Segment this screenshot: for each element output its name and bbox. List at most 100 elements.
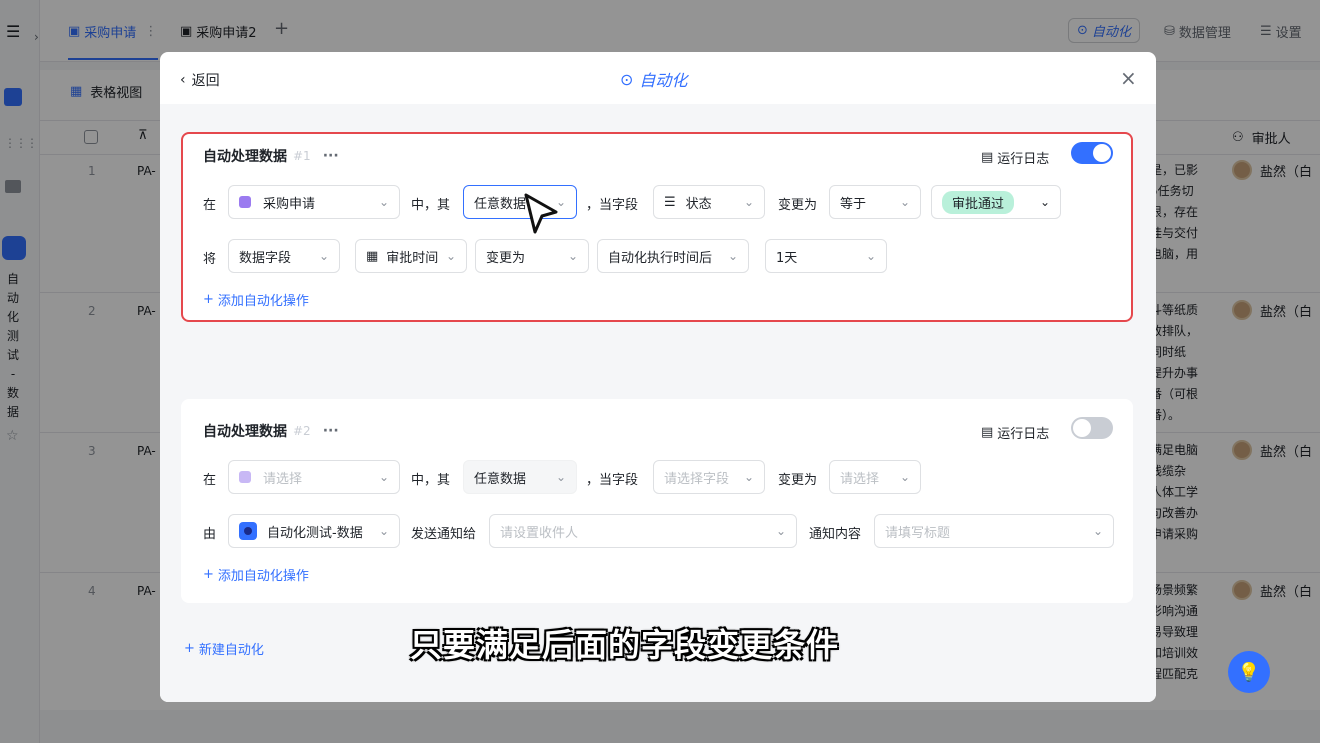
status-tag: 审批通过 xyxy=(942,190,1015,214)
by-label: 由 xyxy=(203,527,217,542)
modal-title-text: 自动化 xyxy=(639,71,688,90)
more-options-button[interactable]: ··· xyxy=(323,148,339,164)
close-button[interactable]: × xyxy=(1120,66,1137,90)
calendar-icon: ▦ xyxy=(366,248,379,264)
list-icon: ☰ xyxy=(664,194,676,210)
automation-card-2: 自动处理数据 #2 ··· ▤ 运行日志 在 请选择 ⌄ 中，其 任意数据 ⌄ ，当字… xyxy=(181,399,1133,603)
chevron-down-icon: ⌄ xyxy=(378,470,389,484)
content-label: 通知内容 xyxy=(809,527,862,542)
when-label: ，当字段 xyxy=(586,198,639,213)
value-select[interactable]: 审批通过 ⌄ xyxy=(931,185,1061,219)
recipient-select[interactable]: 请设置收件人 ⌄ xyxy=(489,514,797,548)
automation-modal: ‹ 返回 ⊙ 自动化 × 自动处理数据 #1 ··· ▤ 运行日志 在 采购申请 ⌄ xyxy=(160,52,1156,702)
date-field-value: 审批时间 xyxy=(386,250,439,266)
chevron-down-icon: ⌄ xyxy=(555,470,566,484)
value-select[interactable]: 请选择 ⌄ xyxy=(829,460,921,494)
mouse-cursor-icon xyxy=(524,193,558,234)
timing-select[interactable]: 自动化执行时间后 ⌄ xyxy=(597,239,749,273)
chevron-down-icon: ⌄ xyxy=(743,470,754,484)
chevron-down-icon: ⌄ xyxy=(378,524,389,538)
value-placeholder: 请选择 xyxy=(840,471,880,487)
video-subtitle: 只要满足后面的字段变更条件 xyxy=(410,626,840,664)
card-title: 自动处理数据 #2 ··· xyxy=(203,421,339,441)
field-select[interactable]: ☰ 状态 ⌄ xyxy=(653,185,765,219)
action-select[interactable]: 变更为 ⌄ xyxy=(475,239,589,273)
chevron-down-icon: ⌄ xyxy=(775,524,786,538)
run-log-button[interactable]: ▤ 运行日志 xyxy=(981,148,1049,167)
action-value: 变更为 xyxy=(486,250,526,266)
chevron-down-icon: ⌄ xyxy=(567,249,578,263)
table-select[interactable]: 请选择 ⌄ xyxy=(228,460,400,494)
when-label: ，当字段 xyxy=(586,473,639,488)
enable-toggle[interactable] xyxy=(1071,142,1113,164)
chevron-down-icon: ⌄ xyxy=(318,249,329,263)
add-action-label: 添加自动化操作 xyxy=(217,294,309,309)
notify-label: 发送通知给 xyxy=(411,527,477,542)
source-select[interactable]: 自动化测试-数据 ⌄ xyxy=(228,514,400,548)
chevron-left-icon: ‹ xyxy=(180,72,186,88)
field-value: 状态 xyxy=(685,196,712,212)
in-label: 在 xyxy=(203,198,217,213)
card-title-text: 自动处理数据 xyxy=(203,149,287,165)
target-select[interactable]: 数据字段 ⌄ xyxy=(228,239,340,273)
date-field-select[interactable]: ▦ 审批时间 ⌄ xyxy=(355,239,467,273)
chevron-down-icon: ⌄ xyxy=(865,249,876,263)
table-select[interactable]: 采购申请 ⌄ xyxy=(228,185,400,219)
chevron-down-icon: ⌄ xyxy=(378,195,389,209)
toggle-knob xyxy=(1073,419,1091,437)
app-logo-icon xyxy=(239,522,257,540)
table-icon xyxy=(239,471,251,483)
new-automation-label: 新建自动化 xyxy=(198,643,264,658)
card-title: 自动处理数据 #1 ··· xyxy=(203,146,339,166)
source-value: 自动化测试-数据 xyxy=(267,525,363,541)
timing-value: 自动化执行时间后 xyxy=(608,250,713,266)
plus-icon: + xyxy=(203,567,214,582)
add-action-button[interactable]: + 添加自动化操作 xyxy=(203,565,309,584)
chevron-down-icon: ⌄ xyxy=(727,249,738,263)
enable-toggle[interactable] xyxy=(1071,417,1113,439)
more-options-button[interactable]: ··· xyxy=(323,423,339,439)
recipient-placeholder: 请设置收件人 xyxy=(500,525,579,541)
content-select[interactable]: 请填写标题 ⌄ xyxy=(874,514,1114,548)
run-log-button[interactable]: ▤ 运行日志 xyxy=(981,423,1049,442)
back-label: 返回 xyxy=(191,73,220,89)
in-label: 在 xyxy=(203,473,217,488)
table-value: 采购申请 xyxy=(263,196,316,212)
operator-value: 等于 xyxy=(840,196,867,212)
plus-icon: + xyxy=(184,641,195,656)
content-placeholder: 请填写标题 xyxy=(885,525,951,541)
log-icon: ▤ xyxy=(981,150,994,165)
card-number: #1 xyxy=(293,149,311,163)
automation-card-1: 自动处理数据 #1 ··· ▤ 运行日志 在 采购申请 ⌄ 中，其 任意数据 ⌄ ，当… xyxy=(181,132,1133,322)
help-bulb-button[interactable]: 💡 xyxy=(1228,651,1270,693)
run-log-label: 运行日志 xyxy=(997,427,1050,442)
data-scope-value: 任意数据 xyxy=(474,471,527,487)
lightbulb-icon: 💡 xyxy=(1237,661,1261,683)
chevron-down-icon: ⌄ xyxy=(743,195,754,209)
chevron-down-icon: ⌄ xyxy=(1039,195,1050,209)
operator-select[interactable]: 等于 ⌄ xyxy=(829,185,921,219)
data-scope-select[interactable]: 任意数据 ⌄ xyxy=(463,460,577,494)
chevron-down-icon: ⌄ xyxy=(1092,524,1103,538)
back-button[interactable]: ‹ 返回 xyxy=(180,70,220,90)
chevron-down-icon: ⌄ xyxy=(899,470,910,484)
table-placeholder: 请选择 xyxy=(263,471,303,487)
automation-icon: ⊙ xyxy=(620,69,634,89)
field-select[interactable]: 请选择字段 ⌄ xyxy=(653,460,765,494)
card-number: #2 xyxy=(293,424,311,438)
mid-label: 中，其 xyxy=(411,198,451,213)
offset-value: 1天 xyxy=(776,250,798,266)
will-label: 将 xyxy=(203,252,217,267)
toggle-knob xyxy=(1093,144,1111,162)
card-title-text: 自动处理数据 xyxy=(203,424,287,440)
log-icon: ▤ xyxy=(981,425,994,440)
modal-title: ⊙ 自动化 xyxy=(620,67,687,91)
run-log-label: 运行日志 xyxy=(997,152,1050,167)
data-scope-value: 任意数据 xyxy=(474,196,527,212)
field-placeholder: 请选择字段 xyxy=(664,471,730,487)
add-action-button[interactable]: + 添加自动化操作 xyxy=(203,290,309,309)
chevron-down-icon: ⌄ xyxy=(445,249,456,263)
new-automation-button[interactable]: + 新建自动化 xyxy=(184,639,264,658)
offset-select[interactable]: 1天 ⌄ xyxy=(765,239,887,273)
table-icon xyxy=(239,196,251,208)
